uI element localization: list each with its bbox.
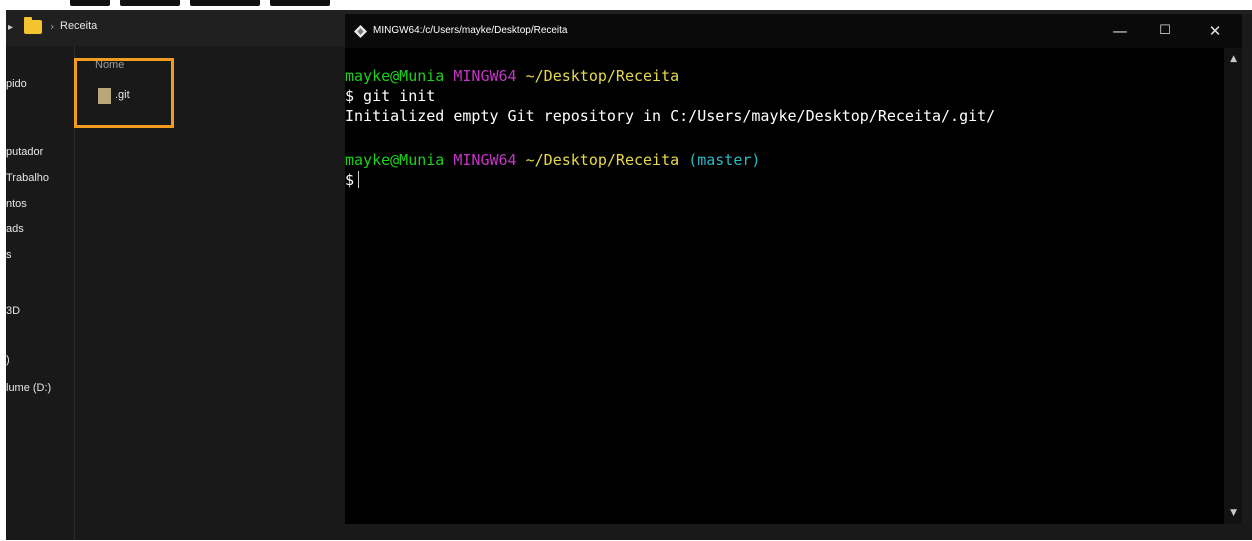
terminal-titlebar[interactable]: MINGW64:/c/Users/mayke/Desktop/Receita —… xyxy=(345,14,1242,48)
prompt-path: ~/Desktop/Receita xyxy=(525,67,680,85)
nav-item-disco-local[interactable]: ) xyxy=(6,354,10,366)
command-output: Initialized empty Git repository in C:/U… xyxy=(345,107,996,125)
minimize-button[interactable]: — xyxy=(1098,18,1142,44)
nav-item-area-de-trabalho[interactable]: Trabalho xyxy=(6,172,49,184)
text-cursor xyxy=(358,171,360,188)
nav-item-documentos[interactable]: ntos xyxy=(6,198,27,210)
folder-icon xyxy=(24,17,42,34)
prompt-line-1: mayke@Munia MINGW64 ~/Desktop/Receita xyxy=(345,66,679,86)
breadcrumb-separator-icon: › xyxy=(50,20,55,33)
column-header-nome[interactable]: Nome xyxy=(95,59,124,71)
prompt-user: mayke@Munia xyxy=(345,151,445,169)
terminal-output[interactable]: mayke@Munia MINGW64 ~/Desktop/Receita $ … xyxy=(345,66,1223,522)
breadcrumb-receita[interactable]: Receita xyxy=(60,20,97,32)
chevron-right-icon[interactable]: ▸ xyxy=(8,22,13,33)
terminal-scrollbar[interactable] xyxy=(1224,48,1242,524)
prompt-symbol: $ xyxy=(345,171,355,189)
prompt-path: ~/Desktop/Receita xyxy=(525,151,680,169)
terminal-title: MINGW64:/c/Users/mayke/Desktop/Receita xyxy=(373,25,568,36)
navigation-pane: pido putador Trabalho ntos ads s 3D ) lu… xyxy=(6,46,75,540)
terminal-window[interactable]: MINGW64:/c/Users/mayke/Desktop/Receita —… xyxy=(345,14,1242,524)
page-top-strip xyxy=(0,0,1252,10)
background-window-edge xyxy=(1242,14,1252,524)
prompt-env: MINGW64 xyxy=(453,151,517,169)
prompt-user: mayke@Munia xyxy=(345,67,445,85)
prompt-env: MINGW64 xyxy=(453,67,517,85)
chevron-up-icon[interactable]: ▲ xyxy=(1230,54,1237,64)
nav-item-downloads[interactable]: ads xyxy=(6,223,24,235)
maximize-button[interactable]: ☐ xyxy=(1143,18,1187,44)
chevron-down-icon[interactable]: ▼ xyxy=(1230,508,1237,518)
folder-icon xyxy=(98,88,111,104)
nav-item-computador[interactable]: putador xyxy=(6,146,43,158)
nav-item-volume-d[interactable]: lume (D:) xyxy=(6,382,51,394)
prompt-branch: (master) xyxy=(688,151,761,169)
file-item-git[interactable]: .git xyxy=(115,89,130,101)
git-bash-icon xyxy=(354,25,367,38)
input-line[interactable]: $ xyxy=(345,170,360,190)
prompt-line-2: mayke@Munia MINGW64 ~/Desktop/Receita (m… xyxy=(345,150,760,170)
nav-item-objetos-3d[interactable]: 3D xyxy=(6,305,20,317)
nav-item-imagens[interactable]: s xyxy=(6,249,12,261)
close-button[interactable]: ✕ xyxy=(1193,18,1237,44)
command-line: $ git init xyxy=(345,87,436,105)
nav-item-acesso-rapido[interactable]: pido xyxy=(6,78,27,90)
